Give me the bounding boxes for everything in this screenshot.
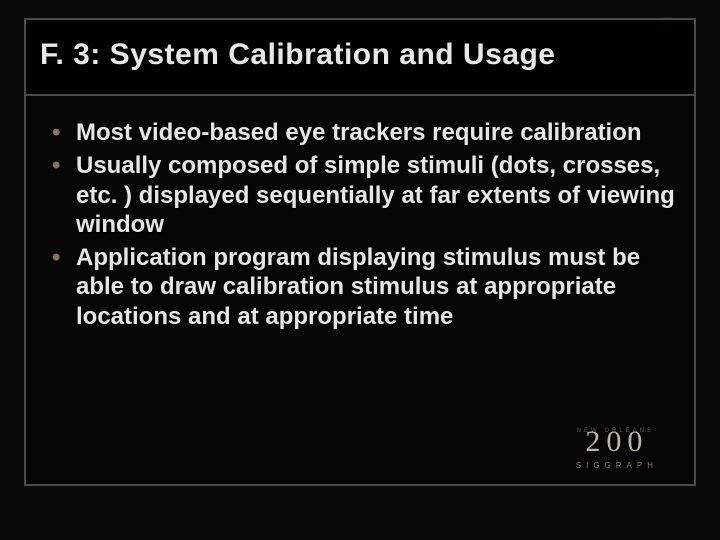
slide-title: F. 3: System Calibration and Usage bbox=[40, 38, 680, 72]
bullet-list: Most video-based eye trackers require ca… bbox=[44, 118, 676, 331]
bullet-item: Application program displaying stimulus … bbox=[44, 243, 676, 331]
year-label: 200 bbox=[585, 425, 648, 459]
slide: F. 3: System Calibration and Usage Most … bbox=[0, 0, 720, 540]
bullet-item: Most video-based eye trackers require ca… bbox=[44, 118, 676, 147]
title-container: F. 3: System Calibration and Usage bbox=[24, 18, 696, 96]
body-container: Most video-based eye trackers require ca… bbox=[24, 96, 696, 486]
brand-label: SIGGRAPH bbox=[576, 461, 658, 470]
bullet-item: Usually composed of simple stimuli (dots… bbox=[44, 151, 676, 239]
footer-logo: 200 SIGGRAPH bbox=[576, 425, 658, 470]
